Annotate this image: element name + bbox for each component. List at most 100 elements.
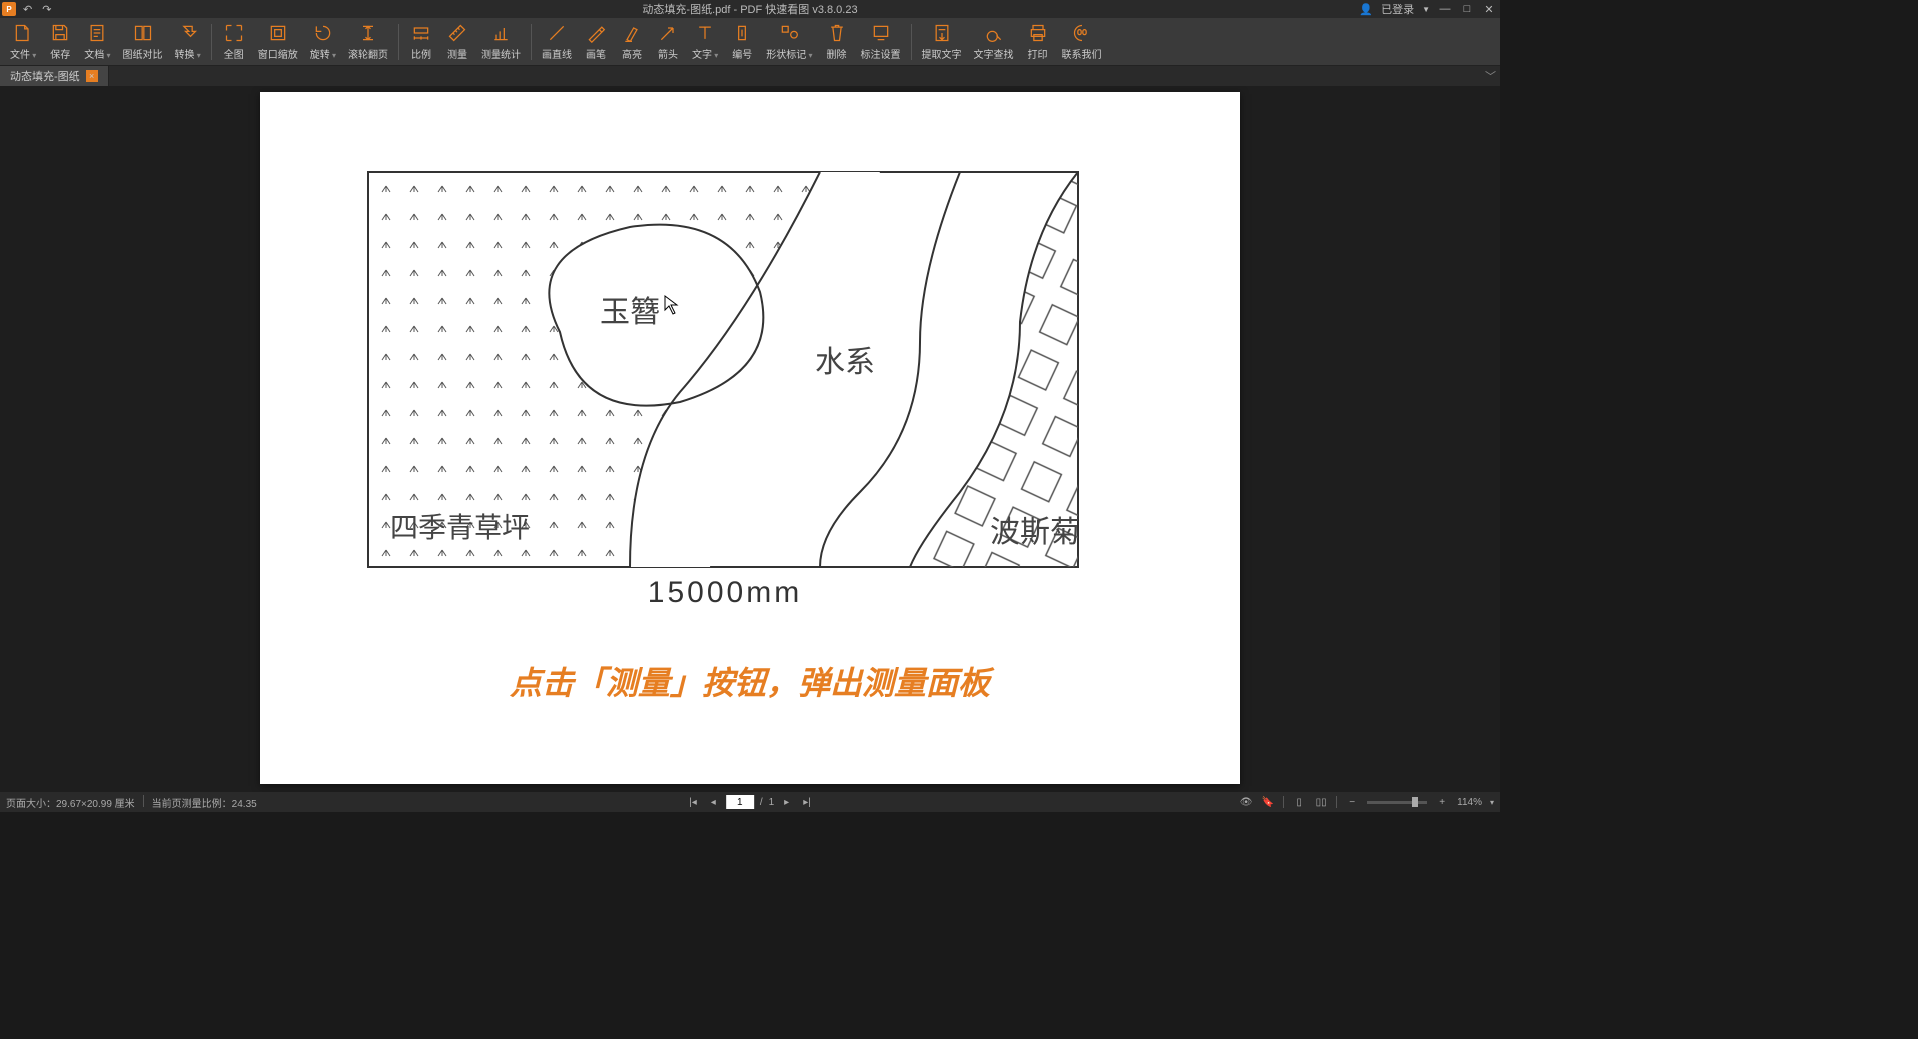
toolbar-number-button[interactable]: 编号: [724, 20, 760, 63]
toolbar-label: 画笔: [586, 46, 606, 61]
toolbar-label: 文字: [692, 46, 718, 61]
toolbar-measurestat-button[interactable]: 测量统计: [475, 20, 527, 63]
toolbar-scale-button[interactable]: 比例: [403, 20, 439, 63]
search-icon: [983, 22, 1005, 44]
toolbar-contact-button[interactable]: 联系我们: [1056, 20, 1108, 63]
document-tab[interactable]: 动态填充-图纸 ×: [0, 66, 109, 86]
toolbar-pen-button[interactable]: 画笔: [578, 20, 614, 63]
toolbar-separator: [531, 24, 532, 60]
toolbar-extract-button[interactable]: 提取文字: [916, 20, 968, 63]
eye-icon[interactable]: 👁: [1239, 795, 1253, 809]
document-viewport[interactable]: 玉簪 水系 四季青草坪 波斯菊 15000mm 点击「测量」按钮，弹出测量面板: [0, 86, 1500, 792]
toolbar-shape-button[interactable]: 形状标记: [760, 20, 818, 63]
convert-icon: [177, 22, 199, 44]
toolbar-highlight-button[interactable]: 高亮: [614, 20, 650, 63]
dropdown-icon[interactable]: ▼: [1422, 5, 1430, 14]
toolbar-label: 滚轮翻页: [348, 46, 388, 61]
tab-dropdown-icon[interactable]: ﹀: [1485, 66, 1496, 86]
toolbar-label: 文档: [84, 46, 110, 61]
login-status[interactable]: 已登录: [1381, 1, 1414, 17]
toolbar-doc-button[interactable]: 文档: [78, 20, 116, 63]
toolbar-label: 提取文字: [922, 46, 962, 61]
view-single-icon[interactable]: ▯: [1292, 795, 1306, 809]
page-total: 1: [769, 797, 775, 808]
delete-icon: [826, 22, 848, 44]
toolbar-label: 删除: [827, 46, 847, 61]
redo-icon[interactable]: ↷: [39, 3, 54, 16]
toolbar-compare-button[interactable]: 图纸对比: [117, 20, 169, 63]
shape-icon: [778, 22, 800, 44]
text-icon: [694, 22, 716, 44]
scale-info: 当前页测量比例：24.35: [152, 795, 257, 810]
file-icon: [12, 22, 34, 44]
window-title: 动态填充-图纸.pdf - PDF 快速看图 v3.8.0.23: [642, 1, 857, 17]
bookmark-icon[interactable]: 🔖: [1261, 795, 1275, 809]
undo-icon[interactable]: ↶: [20, 3, 35, 16]
toolbar-fit-button[interactable]: 全图: [216, 20, 252, 63]
toolbar-label: 比例: [411, 46, 431, 61]
pdf-page: 玉簪 水系 四季青草坪 波斯菊 15000mm 点击「测量」按钮，弹出测量面板: [260, 92, 1240, 784]
toolbar-label: 测量: [447, 46, 467, 61]
toolbar-label: 图纸对比: [123, 46, 163, 61]
tab-close-button[interactable]: ×: [86, 70, 98, 82]
maximize-button[interactable]: □: [1460, 2, 1474, 16]
toolbar-label: 打印: [1028, 46, 1048, 61]
print-icon: [1027, 22, 1049, 44]
toolbar-annotset-button[interactable]: 标注设置: [855, 20, 907, 63]
main-toolbar: 文件保存文档图纸对比转换 全图窗口缩放旋转滚轮翻页 比例 测量测量统计画直线画笔高亮箭…: [0, 18, 1500, 66]
zoom-out-button[interactable]: −: [1345, 795, 1359, 809]
view-double-icon[interactable]: ▯▯: [1314, 795, 1328, 809]
toolbar-delete-button[interactable]: 删除: [819, 20, 855, 63]
zoom-slider[interactable]: [1367, 801, 1427, 804]
zoom-dropdown-icon[interactable]: ▾: [1490, 798, 1494, 807]
toolbar-label: 测量统计: [481, 46, 521, 61]
label-lawn: 四季青草坪: [390, 512, 530, 544]
toolbar-save-button[interactable]: 保存: [42, 20, 78, 63]
close-button[interactable]: ✕: [1482, 2, 1496, 16]
fit-icon: [223, 22, 245, 44]
toolbar-separator: [398, 24, 399, 60]
rotate-icon: [312, 22, 334, 44]
page-size-info: 页面大小：29.67×20.99 厘米: [6, 795, 135, 810]
page-navigator: |◂ ◂ / 1 ▸ ▸|: [685, 795, 815, 809]
toolbar-label: 窗口缩放: [258, 46, 298, 61]
user-icon[interactable]: 👤: [1359, 3, 1373, 16]
toolbar-text-button[interactable]: 文字: [686, 20, 724, 63]
last-page-button[interactable]: ▸|: [799, 797, 815, 808]
toolbar-print-button[interactable]: 打印: [1020, 20, 1056, 63]
zoom-value: 114%: [1457, 797, 1482, 808]
next-page-button[interactable]: ▸: [780, 797, 793, 808]
pen-icon: [585, 22, 607, 44]
contact-icon: [1071, 22, 1093, 44]
dimension-label: 15000mm: [648, 576, 802, 609]
zoom-in-button[interactable]: +: [1435, 795, 1449, 809]
measure-icon: [446, 22, 468, 44]
doc-icon: [86, 22, 108, 44]
toolbar-label: 转换: [175, 46, 201, 61]
toolbar-search-button[interactable]: 文字查找: [968, 20, 1020, 63]
line-icon: [546, 22, 568, 44]
toolbar-zoomwin-button[interactable]: 窗口缩放: [252, 20, 304, 63]
toolbar-file-button[interactable]: 文件: [4, 20, 42, 63]
toolbar-label: 保存: [50, 46, 70, 61]
toolbar-label: 全图: [224, 46, 244, 61]
page-number-input[interactable]: [726, 795, 754, 809]
toolbar-arrow-button[interactable]: 箭头: [650, 20, 686, 63]
status-bar: 页面大小：29.67×20.99 厘米 当前页测量比例：24.35 |◂ ◂ /…: [0, 792, 1500, 812]
highlight-icon: [621, 22, 643, 44]
prev-page-button[interactable]: ◂: [707, 797, 720, 808]
toolbar-scroll-button[interactable]: 滚轮翻页: [342, 20, 394, 63]
toolbar-label: 箭头: [658, 46, 678, 61]
zoomwin-icon: [267, 22, 289, 44]
label-yuzhan: 玉簪: [600, 296, 660, 329]
toolbar-line-button[interactable]: 画直线: [536, 20, 578, 63]
toolbar-measure-button[interactable]: 测量: [439, 20, 475, 63]
toolbar-convert-button[interactable]: 转换: [169, 20, 207, 63]
label-bosiju: 波斯菊: [990, 516, 1080, 549]
instruction-text: 点击「测量」按钮，弹出测量面板: [510, 658, 990, 704]
toolbar-rotate-button[interactable]: 旋转: [304, 20, 342, 63]
toolbar-label: 编号: [732, 46, 752, 61]
minimize-button[interactable]: —: [1438, 2, 1452, 16]
first-page-button[interactable]: |◂: [685, 797, 701, 808]
toolbar-label: 旋转: [310, 46, 336, 61]
